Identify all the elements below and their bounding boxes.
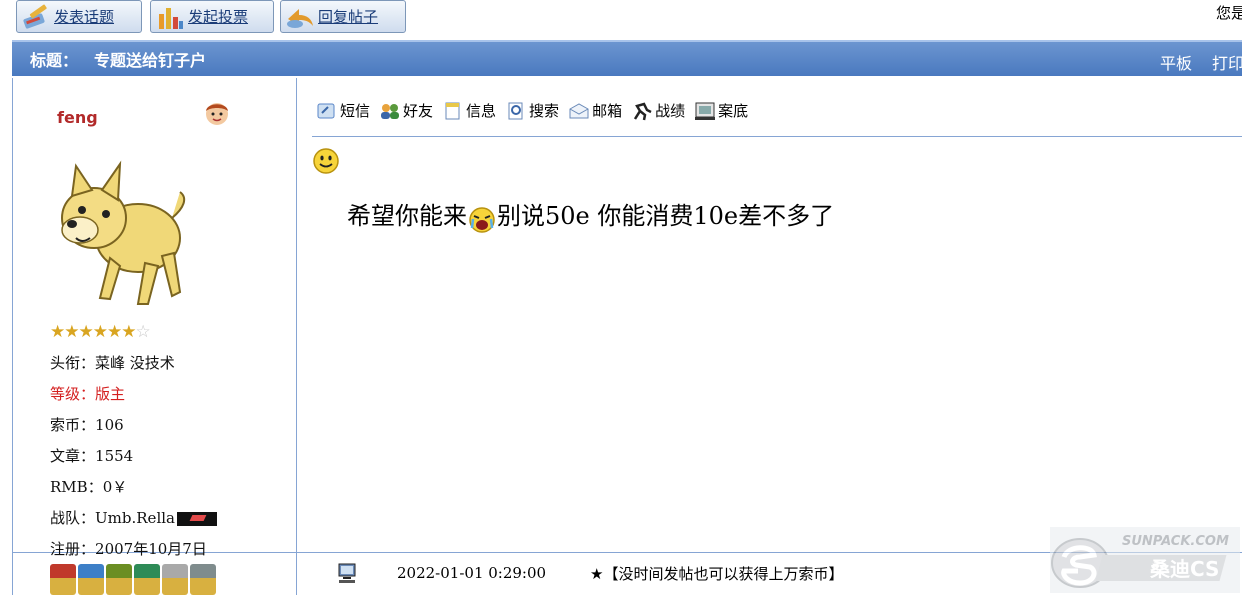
smile-emoticon-icon	[312, 147, 340, 175]
tool-label: 案底	[718, 102, 749, 120]
tool-label: 邮箱	[592, 102, 623, 120]
post-text-start: 希望你能来	[347, 202, 467, 230]
runner-icon	[631, 101, 653, 121]
mailbox-button[interactable]: 邮箱	[568, 100, 622, 121]
post-toolbar: 短信 好友 信息 搜索 邮箱 战绩 案底	[316, 100, 757, 121]
new-poll-label: 发起投票	[188, 8, 249, 26]
tool-label: 搜索	[529, 102, 560, 120]
info-key: 等级	[50, 385, 81, 403]
new-topic-label: 发表话题	[54, 8, 115, 26]
medal-icon	[134, 564, 160, 595]
team-logo-icon	[176, 512, 217, 526]
new-topic-button[interactable]: 发表话题	[16, 0, 142, 33]
record-button[interactable]: 案底	[694, 100, 748, 121]
stats-button[interactable]: 战绩	[631, 100, 685, 121]
flat-view-link[interactable]: 平板	[1160, 54, 1192, 73]
computer-icon	[336, 562, 358, 584]
info-icon	[442, 101, 464, 121]
pen-icon	[21, 4, 51, 30]
friends-icon	[379, 101, 401, 121]
author-level-line: 等级：版主	[50, 385, 126, 403]
info-value: 1554	[95, 447, 134, 465]
new-poll-button[interactable]: 发起投票	[150, 0, 274, 33]
author-coins-line: 索币：106	[50, 416, 124, 434]
top-action-bar: 发表话题 发起投票 回复帖子 您是	[0, 0, 1242, 40]
post-content: 希望你能来 别说50e 你能消费10e差不多了	[347, 196, 835, 234]
star-empty-icon: ☆	[135, 322, 150, 342]
rating-stars: ★★★★★★☆	[50, 322, 151, 342]
medal-icon	[162, 564, 188, 595]
watermark-url: SUNPACK.COM	[1122, 534, 1229, 549]
author-posts-line: 文章：1554	[50, 447, 134, 465]
reply-post-label: 回复帖子	[318, 8, 379, 26]
author-name[interactable]: feng	[57, 108, 98, 127]
tool-label: 短信	[340, 102, 371, 120]
reply-post-button[interactable]: 回复帖子	[280, 0, 406, 33]
user-face-icon	[203, 99, 231, 127]
crying-emoticon-icon	[468, 206, 496, 234]
welcome-text: 您是	[1216, 4, 1242, 22]
author-rmb-line: RMB：0￥	[50, 478, 128, 496]
tool-label: 信息	[466, 102, 497, 120]
message-button[interactable]: 短信	[316, 100, 370, 121]
author-title-line: 头衔：菜峰 没技术	[50, 354, 175, 372]
post-header-divider	[312, 136, 1242, 137]
promo-link[interactable]: ★【没时间发帖也可以获得上万索币】	[590, 563, 843, 584]
search-icon	[505, 101, 527, 121]
medal-row	[50, 564, 216, 595]
column-divider	[296, 78, 297, 595]
print-link[interactable]: 打印	[1212, 54, 1242, 73]
title-label: 标题：	[30, 51, 79, 70]
tool-label: 好友	[403, 102, 434, 120]
medal-icon	[190, 564, 216, 595]
search-button[interactable]: 搜索	[505, 100, 559, 121]
post-text-end: 别说50e 你能消费10e差不多了	[497, 202, 835, 230]
star-icon: ★★★★★★	[50, 322, 136, 342]
mail-icon	[568, 101, 590, 121]
author-register-line: 注册：2007年10月7日	[50, 540, 207, 558]
topic-title-bar: 标题： 专题送给钉子户 平板 打印	[12, 40, 1242, 76]
friends-button[interactable]: 好友	[379, 100, 433, 121]
record-icon	[694, 101, 716, 121]
info-key: RMB	[50, 478, 88, 496]
view-tools: 平板 打印	[1160, 50, 1242, 74]
info-value: 菜峰 没技术	[95, 354, 175, 372]
info-button[interactable]: 信息	[442, 100, 496, 121]
medal-icon	[78, 564, 104, 595]
info-value: 版主	[95, 385, 126, 403]
info-key: 头衔	[50, 354, 81, 372]
watermark-brand: 桑迪CS	[1150, 557, 1219, 581]
author-avatar[interactable]	[50, 158, 192, 310]
topic-title: 专题送给钉子户	[94, 51, 207, 70]
info-value: 106	[95, 416, 124, 434]
message-icon	[316, 101, 338, 121]
info-key: 战队	[50, 509, 81, 527]
post-timestamp: 2022-01-01 0:29:00	[397, 564, 547, 582]
reply-icon	[285, 4, 315, 30]
info-key: 索币	[50, 416, 81, 434]
info-value[interactable]: Umb.Rella	[95, 509, 175, 527]
site-watermark-logo: SUNPACK.COM 桑迪CS	[1050, 527, 1240, 593]
info-value: 2007年10月7日	[95, 540, 207, 558]
info-value: 0￥	[102, 478, 128, 496]
medal-icon	[50, 564, 76, 595]
tool-label: 战绩	[655, 102, 686, 120]
bar-chart-icon	[155, 4, 185, 30]
info-key: 注册	[50, 540, 81, 558]
medal-icon	[106, 564, 132, 595]
author-team-line: 战队：Umb.Rella	[50, 507, 217, 528]
info-key: 文章	[50, 447, 81, 465]
